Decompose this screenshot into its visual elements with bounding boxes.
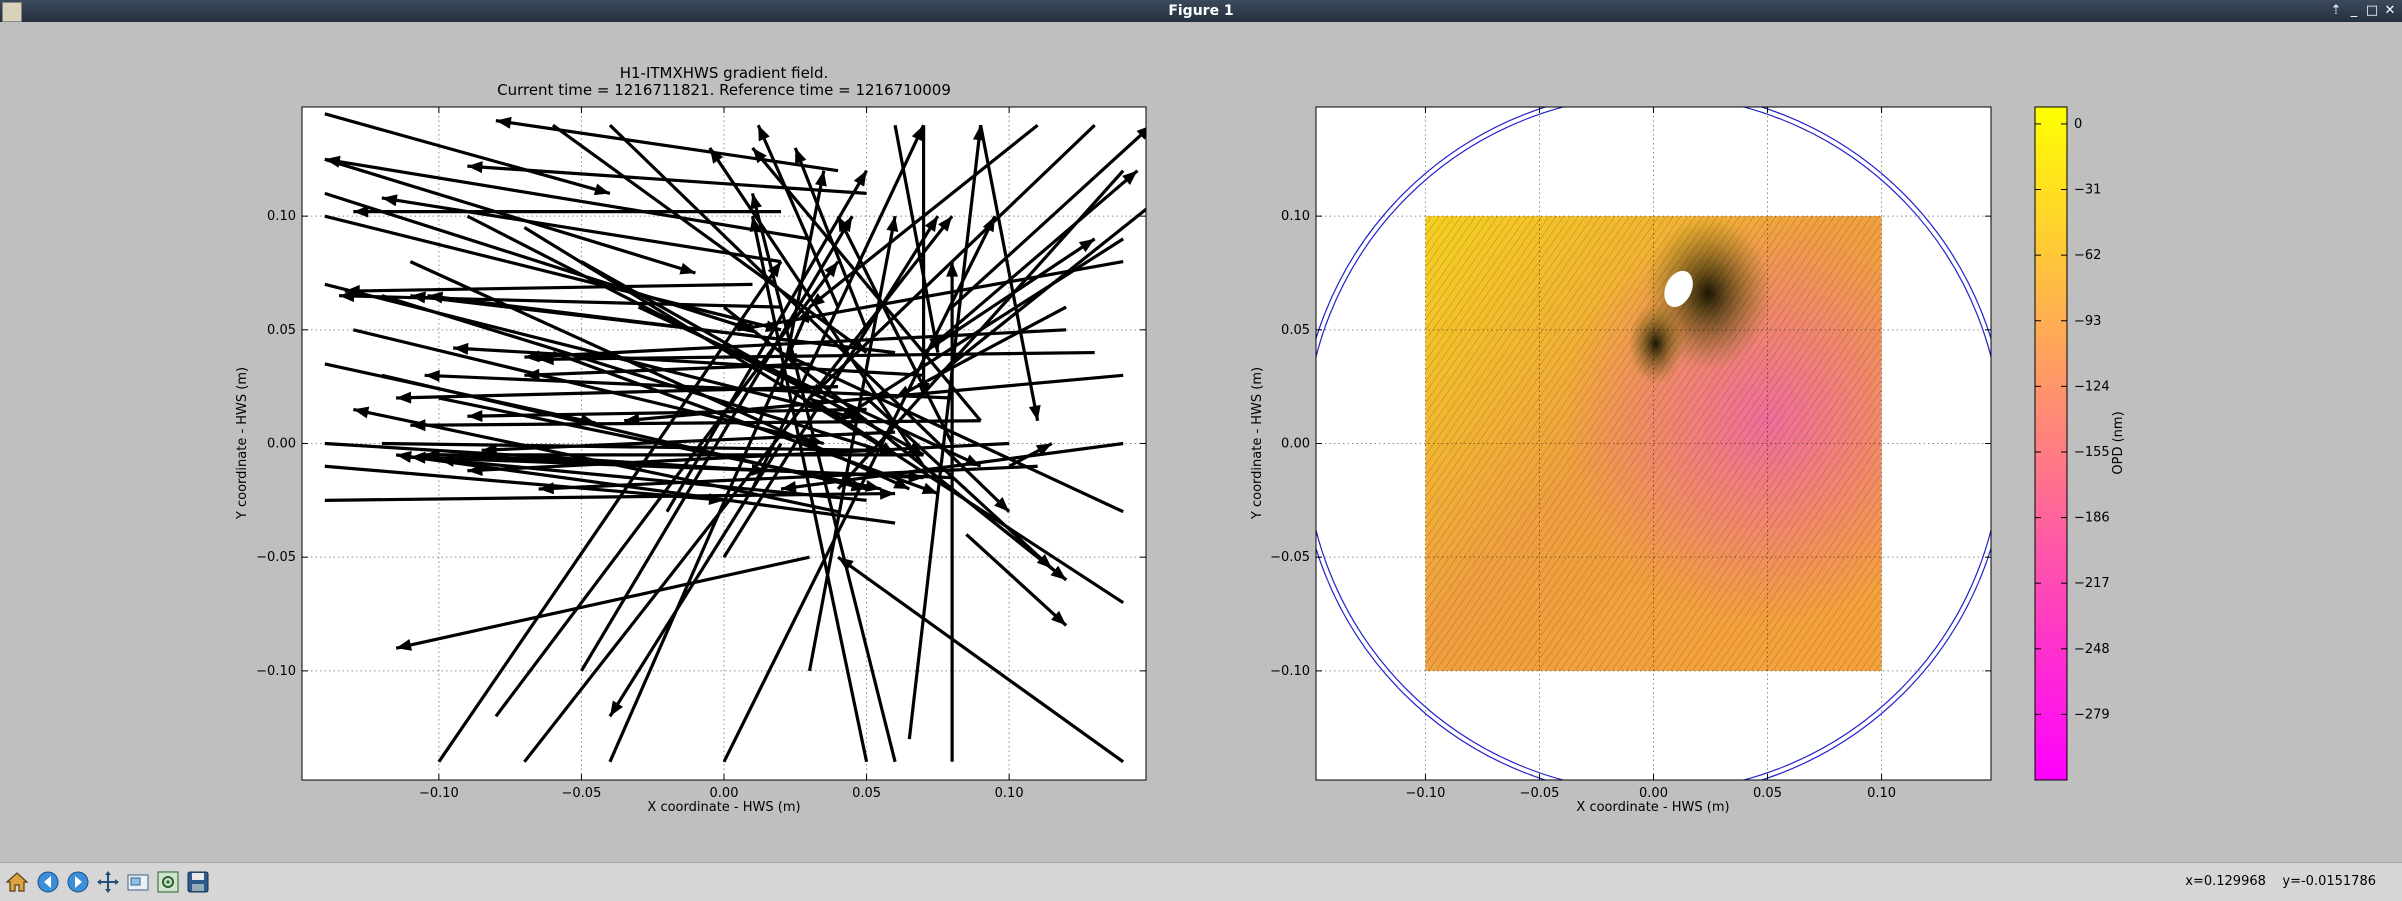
heatmap-xtick-label: 0.10 — [1867, 786, 1896, 801]
heatmap-xtick-label: −0.10 — [1406, 786, 1446, 801]
colorbar-tick-label: −248 — [2074, 642, 2110, 657]
colorbar-tick-label: −186 — [2074, 511, 2110, 526]
figure-canvas: H1-ITMXHWS gradient field. Current time … — [235, 64, 2126, 815]
colorbar-tick-label: −217 — [2074, 576, 2110, 591]
back-icon[interactable] — [35, 869, 61, 895]
title-bar: Figure 1 ⇡ _ □ ✕ — [0, 0, 2402, 22]
pan-icon[interactable] — [95, 869, 121, 895]
quiver-ytick-label: −0.05 — [256, 550, 296, 565]
heatmap-ytick-label: 0.10 — [1281, 209, 1310, 224]
save-icon[interactable] — [185, 869, 211, 895]
minimize-icon[interactable]: _ — [2346, 2, 2362, 20]
close-icon[interactable]: ✕ — [2382, 2, 2398, 20]
colorbar-gradient — [2034, 106, 2068, 781]
heatmap-xtick-label: 0.00 — [1639, 786, 1668, 801]
quiver-title: H1-ITMXHWS gradient field. — [620, 64, 829, 82]
maximize-icon[interactable]: □ — [2364, 2, 2380, 20]
colorbar-tick-label: −155 — [2074, 445, 2110, 460]
heatmap-ytick-label: 0.00 — [1281, 437, 1310, 452]
colorbar-tick-label: −31 — [2074, 183, 2101, 198]
colorbar-tick-label: −62 — [2074, 248, 2101, 263]
keep-above-icon[interactable]: ⇡ — [2328, 2, 2344, 20]
cursor-coordinates: x=0.129968 y=-0.0151786 — [2185, 874, 2376, 889]
colorbar-tick-label: −124 — [2074, 379, 2110, 394]
quiver-xtick-label: 0.10 — [995, 786, 1024, 801]
home-icon[interactable] — [4, 869, 30, 895]
heatmap-ytick-label: −0.05 — [1270, 550, 1310, 565]
quiver-plot: H1-ITMXHWS gradient field. Current time … — [235, 64, 1223, 815]
quiver-ytick-label: 0.00 — [267, 437, 296, 452]
quiver-ytick-label: −0.10 — [256, 664, 296, 679]
heatmap-ytick-label: 0.05 — [1281, 323, 1310, 338]
navigation-toolbar: x=0.129968 y=-0.0151786 — [0, 862, 2402, 901]
colorbar-tick-label: −279 — [2074, 707, 2110, 722]
heatmap-xtick-label: 0.05 — [1753, 786, 1782, 801]
heatmap-ylabel: Y coordinate - HWS (m) — [1250, 367, 1265, 520]
quiver-xlabel: X coordinate - HWS (m) — [647, 800, 800, 815]
colorbar-tick-label: −93 — [2074, 314, 2101, 329]
zoom-icon[interactable] — [125, 869, 151, 895]
forward-icon[interactable] — [65, 869, 91, 895]
quiver-ytick-label: 0.05 — [267, 323, 296, 338]
quiver-xtick-label: 0.05 — [852, 786, 881, 801]
quiver-ylabel: Y coordinate - HWS (m) — [235, 367, 250, 520]
quiver-xtick-label: −0.05 — [562, 786, 602, 801]
quiver-arrow-head — [1208, 148, 1223, 162]
opd-heatmap-plot: −0.10 −0.10 −0.05 −0.05 0.00 0.00 0.05 0.05 0.10… — [1250, 106, 1992, 815]
quiver-ytick-label: 0.10 — [267, 209, 296, 224]
colorbar-tick-label: 0 — [2074, 117, 2082, 132]
heatmap-xlabel: X coordinate - HWS (m) — [1576, 800, 1729, 815]
quiver-xtick-label: 0.00 — [710, 786, 739, 801]
window-title: Figure 1 — [1168, 3, 1234, 19]
quiver-subtitle: Current time = 1216711821. Reference tim… — [497, 81, 951, 99]
heatmap-xtick-label: −0.05 — [1520, 786, 1560, 801]
heatmap-ytick-label: −0.10 — [1270, 664, 1310, 679]
colorbar: 0 −31 −62 −93 −124 −155 −186 −217 −248 −279 OPD (… — [2034, 106, 2126, 781]
configure-subplots-icon[interactable] — [155, 869, 181, 895]
quiver-xtick-label: −0.10 — [419, 786, 459, 801]
colorbar-label: OPD (nm) — [2111, 411, 2126, 474]
